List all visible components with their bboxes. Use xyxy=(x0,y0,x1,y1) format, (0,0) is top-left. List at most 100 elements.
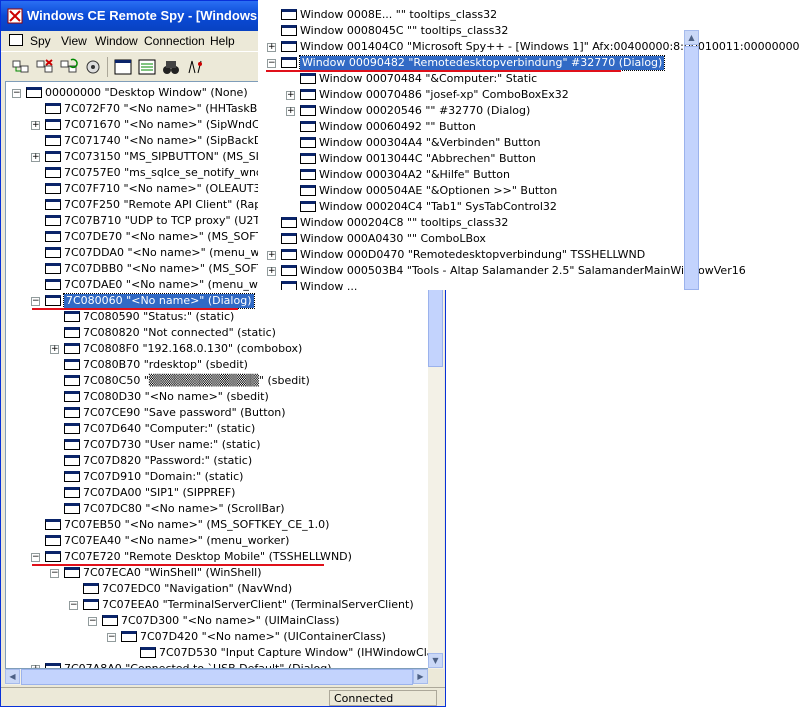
window-node-label[interactable]: Window 001404C0 "Microsoft Spy++ - [Wind… xyxy=(300,40,800,54)
window-node-label[interactable]: 7C07ECA0 "WinShell" (WinShell) xyxy=(83,566,262,580)
window-node-label[interactable]: Window 00070486 "josef-xp" ComboBoxEx32 xyxy=(319,88,569,102)
window-node-label[interactable]: 7C07DA00 "SIP1" (SIPPREF) xyxy=(83,486,235,500)
collapse-icon[interactable]: − xyxy=(267,59,276,68)
expand-icon[interactable]: + xyxy=(50,345,59,354)
window-icon[interactable] xyxy=(113,57,133,77)
overlay-scroll-thumb[interactable] xyxy=(684,46,699,290)
window-node-label[interactable]: Window 00060492 "" Button xyxy=(319,120,476,134)
window-node-label[interactable]: 7C07D420 "<No name>" (UIContainerClass) xyxy=(140,630,386,644)
window-node-label[interactable]: 7C0808F0 "192.168.0.130" (combobox) xyxy=(83,342,302,356)
refresh-icon[interactable] xyxy=(59,57,79,77)
window-node-label[interactable]: 7C07D530 "Input Capture Window" (IHWindo… xyxy=(159,646,428,660)
window-node-label[interactable]: 7C080060 "<No name>" (Dialog) xyxy=(63,293,255,309)
window-node-label[interactable]: Window 000504AE "&Optionen >>" Button xyxy=(319,184,557,198)
binoculars-icon[interactable] xyxy=(161,57,181,77)
collapse-icon[interactable]: − xyxy=(107,633,116,642)
window-node-label[interactable]: 7C07EDC0 "Navigation" (NavWnd) xyxy=(102,582,292,596)
expand-icon[interactable]: + xyxy=(267,43,276,52)
find-window-icon[interactable] xyxy=(185,57,205,77)
window-node-label[interactable]: 7C080820 "Not connected" (static) xyxy=(83,326,276,340)
window-node-label[interactable]: Window 000D0470 "Remotedesktopverbindung… xyxy=(300,248,645,262)
window-node-label[interactable]: 7C07F250 "Remote API Client" (RapiC xyxy=(64,198,272,212)
window-node-label[interactable]: 7C07DBB0 "<No name>" (MS_SOFTK xyxy=(64,262,270,276)
tree-horizontal-scrollbar[interactable]: ◀ ▶ xyxy=(5,669,428,685)
expand-icon[interactable]: + xyxy=(31,153,40,162)
window-node-label[interactable]: 7C080590 "Status:" (static) xyxy=(83,310,234,324)
window-node-label[interactable]: Window 0013044C "Abbrechen" Button xyxy=(319,152,536,166)
window-node-label[interactable]: 7C073150 "MS_SIPBUTTON" (MS_SIP xyxy=(64,150,265,164)
window-node-label[interactable]: Window 00020546 "" #32770 (Dialog) xyxy=(319,104,530,118)
window-node-label[interactable]: 7C07DAE0 "<No name>" (menu_worker) xyxy=(64,278,291,292)
window-node-label[interactable]: 7C07A8A0 "Connected to `USB Default" (Di… xyxy=(64,662,332,668)
window-node-label[interactable]: Window ... xyxy=(300,280,357,290)
window-node-icon xyxy=(64,567,80,578)
window-node-label[interactable]: 7C071670 "<No name>" (SipWndClas xyxy=(64,118,275,132)
menu-help[interactable]: Help xyxy=(210,34,235,48)
collapse-icon[interactable]: − xyxy=(31,553,40,562)
window-node-label[interactable]: 7C07D640 "Computer:" (static) xyxy=(83,422,255,436)
window-node-label[interactable]: Window 000A0430 "" ComboLBox xyxy=(300,232,486,246)
window-node-label[interactable]: Window 000503B4 "Tools - Altap Salamande… xyxy=(300,264,746,278)
list-icon[interactable] xyxy=(137,57,157,77)
window-node-label[interactable]: 7C07D730 "User name:" (static) xyxy=(83,438,261,452)
window-node-label[interactable]: 7C07DDA0 "<No name>" (menu_work xyxy=(64,246,277,260)
collapse-icon[interactable]: − xyxy=(50,569,59,578)
collapse-icon[interactable]: − xyxy=(88,617,97,626)
spy-plus-plus-tree[interactable]: Window 0008E... "" tooltips_class32 Windo… xyxy=(262,0,800,290)
collapse-icon[interactable]: − xyxy=(31,297,40,306)
spy-plus-plus-tree-panel: Window 0008E... "" tooltips_class32 Windo… xyxy=(258,0,800,290)
menu-view[interactable]: View xyxy=(61,34,87,48)
window-node-label[interactable]: 7C07DE70 "<No name>" (MS_SOFTK xyxy=(64,230,269,244)
window-node-label[interactable]: 7C07EEA0 "TerminalServerClient" (Termina… xyxy=(102,598,414,612)
expand-icon[interactable]: + xyxy=(267,251,276,260)
hscroll-thumb[interactable] xyxy=(21,669,413,685)
overlay-scroll-up-button[interactable]: ▲ xyxy=(684,30,699,45)
window-node-label[interactable]: 7C072F70 "<No name>" (HHTaskBar) xyxy=(64,102,273,116)
system-menu-icon[interactable] xyxy=(9,34,23,46)
window-node-label[interactable]: 7C07D300 "<No name>" (UIMainClass) xyxy=(121,614,339,628)
window-node-label[interactable]: 7C071740 "<No name>" (SipBackDrop xyxy=(64,134,280,148)
window-node-label[interactable]: Window 000204C8 "" tooltips_class32 xyxy=(300,216,508,230)
expand-icon[interactable]: + xyxy=(31,121,40,130)
window-node-icon xyxy=(45,103,61,114)
overlay-vertical-scrollbar[interactable]: ▲ xyxy=(684,0,700,290)
scroll-right-button[interactable]: ▶ xyxy=(413,669,428,684)
connect-icon[interactable] xyxy=(11,57,31,77)
expand-icon[interactable]: + xyxy=(267,267,276,276)
window-node-label[interactable]: 7C07E720 "Remote Desktop Mobile" (TSSHEL… xyxy=(64,550,352,564)
window-node-label[interactable]: 7C07D820 "Password:" (static) xyxy=(83,454,252,468)
window-node-label[interactable]: 7C07EB50 "<No name>" (MS_SOFTKEY_CE_1.0) xyxy=(64,518,329,532)
window-node-label[interactable]: 7C07CE90 "Save password" (Button) xyxy=(83,406,286,420)
window-node-icon xyxy=(45,263,61,274)
window-node-label[interactable]: 7C07EA40 "<No name>" (menu_worker) xyxy=(64,534,289,548)
expand-icon[interactable]: + xyxy=(286,91,295,100)
window-node-label[interactable]: 7C0757E0 "ms_sqlce_se_notify_wndp xyxy=(64,166,270,180)
settings-icon[interactable] xyxy=(83,57,103,77)
window-node-label[interactable]: 7C080B70 "rdesktop" (sbedit) xyxy=(83,358,248,372)
window-node-icon xyxy=(83,583,99,594)
menu-connection[interactable]: Connection xyxy=(144,34,205,48)
window-node-label[interactable]: Window 0008045C "" tooltips_class32 xyxy=(300,24,508,38)
window-node-label[interactable]: Window 000204C4 "Tab1" SysTabControl32 xyxy=(319,200,557,214)
window-node-label[interactable]: 7C080C50 "▒▒▒▒▒▒▒▒▒▒▒▒▒" (sbedit) xyxy=(83,374,310,388)
menu-window[interactable]: Window xyxy=(95,34,138,48)
collapse-icon[interactable]: − xyxy=(12,89,21,98)
window-node-label[interactable]: 7C07DC80 "<No name>" (ScrollBar) xyxy=(83,502,285,516)
window-node-label[interactable]: Window 00090482 "Remotedesktopverbindung… xyxy=(298,55,666,71)
window-node-label[interactable]: 7C07B710 "UDP to TCP proxy" (U2TP xyxy=(64,214,267,228)
window-node-label[interactable]: Window 000304A4 "&Verbinden" Button xyxy=(319,136,541,150)
collapse-icon[interactable]: − xyxy=(69,601,78,610)
disconnect-icon[interactable] xyxy=(35,57,55,77)
window-node-label[interactable]: 7C07D910 "Domain:" (static) xyxy=(83,470,243,484)
window-node-label[interactable]: Window 000304A2 "&Hilfe" Button xyxy=(319,168,510,182)
menu-spy[interactable]: Spy xyxy=(30,34,51,48)
window-node-icon xyxy=(281,281,297,290)
scroll-left-button[interactable]: ◀ xyxy=(5,669,20,684)
scroll-down-button[interactable]: ▼ xyxy=(428,653,443,668)
window-node-label[interactable]: Window 0008E... "" tooltips_class32 xyxy=(300,8,497,22)
window-node-label[interactable]: 7C080D30 "<No name>" (sbedit) xyxy=(83,390,269,404)
window-node-label[interactable]: Window 00070484 "&Computer:" Static xyxy=(319,72,537,86)
expand-icon[interactable]: + xyxy=(286,107,295,116)
window-node-label[interactable]: 7C07F710 "<No name>" (OLEAUT32) xyxy=(64,182,272,196)
window-node-label[interactable]: 00000000 "Desktop Window" (None) xyxy=(45,86,248,100)
